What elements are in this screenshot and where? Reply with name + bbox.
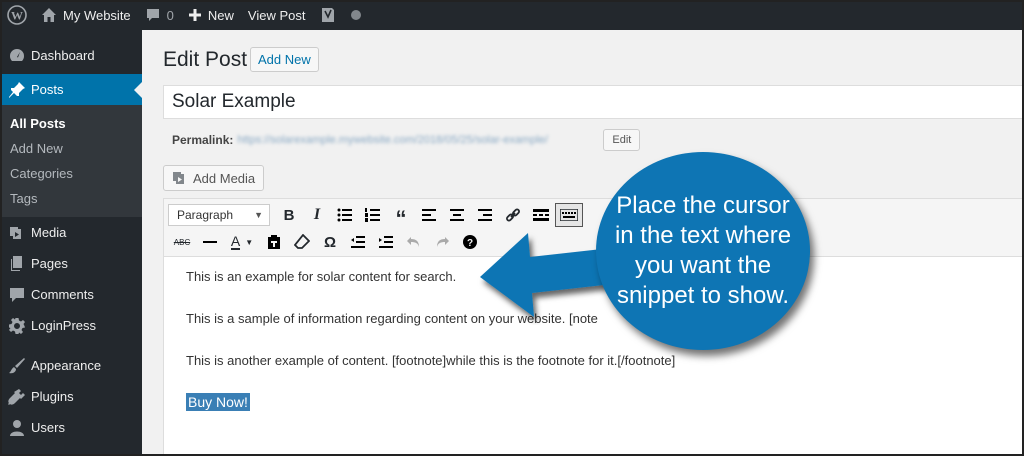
sidebar-item-label: Comments — [31, 287, 94, 302]
media-icon — [173, 172, 184, 184]
sidebar-item-label: LoginPress — [31, 318, 97, 333]
yoast-icon[interactable] — [313, 0, 343, 30]
comments-count: 0 — [166, 7, 174, 23]
view-post-label: View Post — [247, 7, 306, 23]
submenu-add-new[interactable]: Add New — [0, 136, 142, 161]
bullet-list-icon[interactable] — [331, 203, 359, 227]
chevron-down-icon: ▼ — [254, 210, 263, 220]
align-center-icon[interactable] — [443, 203, 471, 227]
pin-icon — [7, 80, 27, 100]
horizontal-line-icon[interactable] — [196, 230, 224, 254]
permalink-label: Permalink: — [172, 133, 234, 147]
sidebar-item-dashboard[interactable]: Dashboard — [0, 40, 142, 71]
editor-paragraph[interactable]: This is another example of content. [foo… — [186, 349, 1020, 391]
sidebar-item-label: Appearance — [31, 358, 102, 373]
sidebar-item-comments[interactable]: Comments — [0, 279, 142, 310]
special-character-icon[interactable]: Ω — [316, 230, 344, 254]
add-media-label: Add Media — [193, 170, 256, 186]
post-title-input[interactable]: Solar Example — [163, 85, 1024, 119]
posts-submenu: All Posts Add New Categories Tags — [0, 105, 142, 217]
comment-icon — [146, 9, 159, 21]
admin-sidebar: Dashboard Posts All Posts Add New Catego… — [0, 30, 142, 456]
undo-icon[interactable] — [400, 230, 428, 254]
clear-formatting-icon[interactable] — [288, 230, 316, 254]
dashboard-icon — [7, 46, 27, 66]
plugin-icon — [7, 387, 27, 407]
submenu-all-posts[interactable]: All Posts — [0, 111, 142, 136]
text-color-icon[interactable]: A ▼ — [224, 230, 260, 254]
align-left-icon[interactable] — [415, 203, 443, 227]
page-title: Edit Post — [163, 48, 248, 71]
annotation-callout: Place the cursor in the text where you w… — [596, 152, 810, 350]
media-icon — [7, 223, 27, 243]
submenu-categories[interactable]: Categories — [0, 161, 142, 186]
permalink-edit-button[interactable]: Edit — [603, 129, 641, 151]
site-name-link[interactable]: My Website — [34, 0, 138, 30]
sidebar-item-media[interactable]: Media — [0, 217, 142, 248]
format-value: Paragraph — [177, 208, 234, 222]
home-icon — [42, 8, 56, 22]
bold-icon[interactable]: B — [275, 203, 303, 227]
sidebar-item-pages[interactable]: Pages — [0, 248, 142, 279]
blockquote-icon[interactable]: “ — [387, 203, 415, 230]
link-icon[interactable] — [499, 203, 527, 227]
gear-icon — [7, 316, 27, 336]
numbered-list-icon[interactable] — [359, 203, 387, 227]
sidebar-item-label: Pages — [31, 256, 68, 271]
sidebar-item-plugins[interactable]: Plugins — [0, 381, 142, 412]
sidebar-item-label: Dashboard — [31, 48, 95, 63]
new-content-link[interactable]: New — [181, 0, 241, 30]
sidebar-item-loginpress[interactable]: LoginPress — [0, 310, 142, 341]
wordpress-logo-icon[interactable]: W — [0, 0, 34, 30]
user-icon — [7, 418, 27, 438]
sidebar-item-label: Plugins — [31, 389, 74, 404]
status-dot-icon[interactable] — [343, 0, 369, 30]
italic-icon[interactable]: I — [303, 203, 331, 227]
sidebar-item-label: Posts — [31, 82, 64, 97]
format-select[interactable]: Paragraph ▼ — [168, 204, 270, 226]
new-label: New — [207, 7, 234, 23]
brush-icon — [7, 356, 27, 376]
strikethrough-icon[interactable]: ABC — [168, 230, 196, 254]
sidebar-item-label: Users — [31, 420, 65, 435]
svg-text:W: W — [11, 9, 23, 23]
admin-bar: W My Website 0 New View Post — [0, 0, 1024, 30]
permalink-url[interactable]: https://solarexample.mywebsite.com/2018/… — [237, 134, 597, 146]
buy-now-button[interactable]: Buy Now! — [186, 393, 250, 411]
read-more-icon[interactable] — [527, 203, 555, 227]
sidebar-item-posts[interactable]: Posts — [0, 74, 142, 105]
plus-icon — [188, 9, 201, 21]
comments-link[interactable]: 0 — [138, 0, 181, 30]
add-media-button[interactable]: Add Media — [163, 165, 265, 191]
redo-icon[interactable] — [428, 230, 456, 254]
permalink-row: Permalink: https://solarexample.mywebsit… — [172, 129, 641, 151]
sidebar-item-users[interactable]: Users — [0, 412, 142, 443]
add-new-button[interactable]: Add New — [250, 47, 319, 72]
sidebar-item-label: Media — [31, 225, 67, 240]
callout-text: Place the cursor in the text where you w… — [614, 192, 792, 309]
align-right-icon[interactable] — [471, 203, 499, 227]
sidebar-item-appearance[interactable]: Appearance — [0, 350, 142, 381]
toolbar-toggle-icon[interactable] — [555, 203, 583, 227]
view-post-link[interactable]: View Post — [241, 0, 313, 30]
site-name: My Website — [63, 7, 131, 23]
indent-icon[interactable] — [372, 230, 400, 254]
comment-icon — [7, 285, 27, 305]
toolbar-row-2: ABC A ▼ Ω ? — [168, 229, 484, 255]
submenu-tags[interactable]: Tags — [0, 186, 142, 211]
pages-icon — [7, 254, 27, 274]
outdent-icon[interactable] — [344, 230, 372, 254]
paste-text-icon[interactable] — [260, 230, 288, 254]
